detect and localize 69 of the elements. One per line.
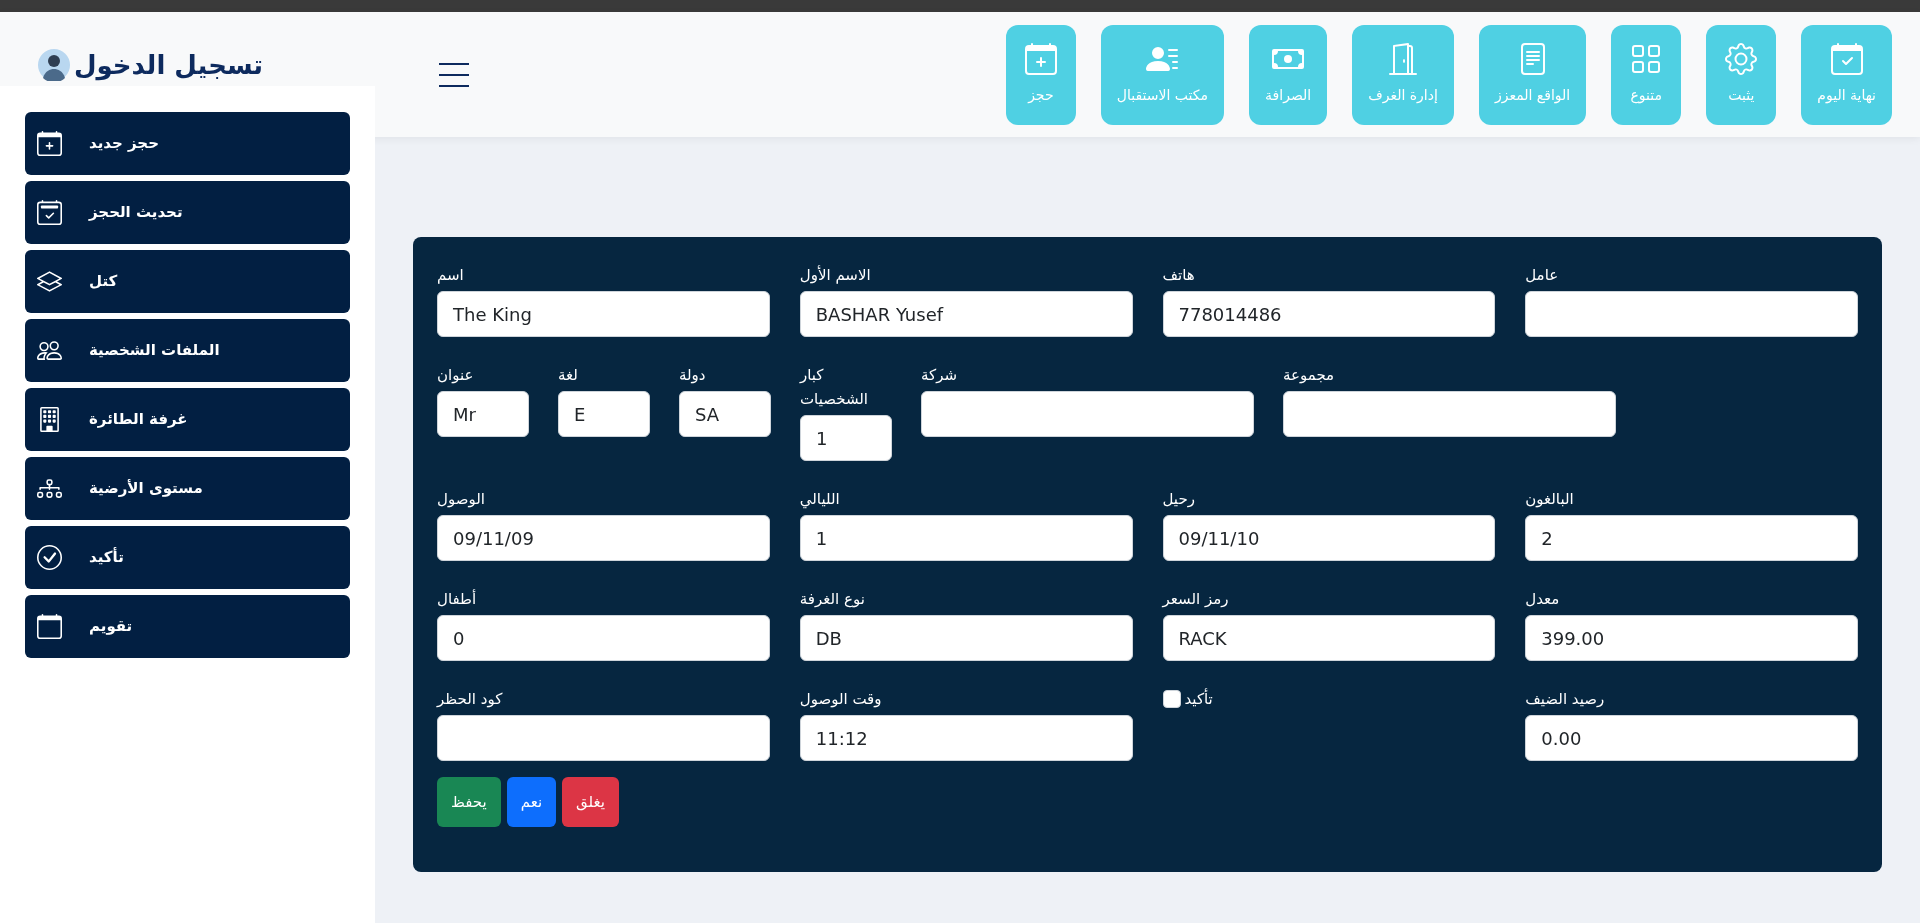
sidebar-item[interactable]: مستوى الأرضية [25, 457, 350, 520]
sidebar-item[interactable]: حجز جديد [25, 112, 350, 175]
field-label: معدل [1525, 589, 1561, 610]
field-label: رحيل [1162, 489, 1196, 510]
sidebar-item[interactable]: الملفات الشخصية [25, 319, 350, 382]
field-label: اسم [437, 265, 465, 286]
sidebar-item[interactable]: كتل [25, 250, 350, 313]
calendar-plus-icon [1024, 43, 1057, 75]
settings-icon [1725, 43, 1758, 75]
calendar-check-icon [37, 200, 62, 225]
field-label: أطفال [437, 588, 478, 610]
input-field[interactable] [921, 391, 1254, 437]
input-field[interactable]: 399.00 [1525, 615, 1858, 661]
grid-icon [1630, 43, 1663, 75]
input-field[interactable]: 1 [799, 515, 1133, 561]
action-button[interactable]: نعم [506, 777, 557, 827]
sidebar-item[interactable]: تأكيد [25, 526, 350, 589]
field-label: دولة [679, 365, 707, 386]
sidebar-item[interactable]: غرفة الطائرة [25, 388, 350, 451]
input-field[interactable]: RACK [1162, 615, 1496, 661]
input-field[interactable]: 09/11/09 [437, 515, 770, 561]
input-field[interactable]: E [558, 391, 650, 437]
calendar-check-icon [1830, 43, 1863, 75]
input-field[interactable]: 0.00 [1525, 715, 1858, 761]
checkbox[interactable] [1162, 690, 1181, 708]
hierarchy-icon [37, 476, 62, 501]
field-label: الليالي [799, 489, 841, 511]
field-label: كبار الشخصيات [800, 365, 870, 410]
input-field[interactable]: 11:12 [799, 715, 1133, 761]
input-field[interactable]: 1 [800, 415, 892, 461]
calendar-icon [37, 614, 62, 639]
sidebar-item[interactable]: تحديث الحجز [25, 181, 350, 244]
sidebar-item[interactable]: تقويم [25, 595, 350, 658]
field-label: عنوان [437, 365, 475, 386]
input-field[interactable]: 778014486 [1162, 291, 1496, 337]
input-field[interactable] [437, 715, 770, 761]
input-field[interactable]: BASHAR Yusef [799, 291, 1133, 337]
input-field[interactable]: SA [679, 391, 771, 437]
menu-icon[interactable] [439, 62, 470, 87]
people-icon [37, 338, 62, 363]
field-label: شركة [921, 365, 959, 386]
building-icon [37, 407, 62, 432]
calendar-plus-icon [37, 131, 62, 156]
field-label: الاسم الأول [799, 264, 872, 286]
input-field[interactable]: Mr [437, 391, 529, 437]
field-label: رصيد الضيف [1525, 689, 1606, 710]
field-label: مجموعة [1283, 365, 1336, 386]
input-field[interactable]: 2 [1525, 515, 1858, 561]
field-label: وقت الوصول [799, 689, 883, 710]
field-label: عامل [1525, 265, 1560, 286]
field-label: نوع الغرفة [799, 589, 866, 610]
avatar-icon [38, 48, 70, 81]
door-icon [1387, 43, 1420, 75]
action-button[interactable]: يغلق [562, 777, 619, 827]
input-field[interactable]: 0 [437, 615, 770, 661]
input-field[interactable] [1283, 391, 1616, 437]
field-label: تأكيد [1184, 689, 1213, 709]
field-label: الوصول [437, 489, 486, 510]
input-field[interactable]: The King [437, 291, 770, 337]
action-button[interactable]: يحفظ [437, 777, 501, 827]
layers-icon [37, 269, 62, 294]
field-label: هاتف [1162, 265, 1196, 286]
input-field[interactable]: 09/11/10 [1162, 515, 1496, 561]
input-field[interactable] [1525, 291, 1858, 337]
field-label: البالغون [1525, 489, 1575, 510]
field-label: رمز السعر [1162, 589, 1230, 610]
input-field[interactable]: DB [799, 615, 1133, 661]
field-label: كود الحظر [437, 689, 504, 710]
field-label: لغة [558, 365, 579, 386]
